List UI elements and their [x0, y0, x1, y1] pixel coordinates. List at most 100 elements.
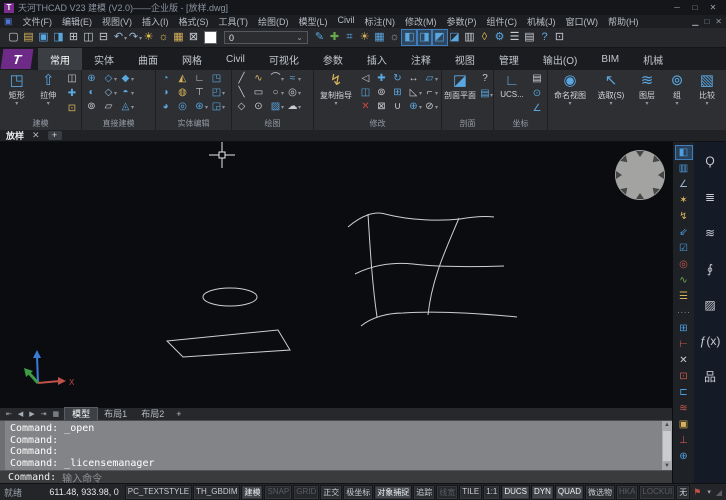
3d-gizmo-icon[interactable]: ✚ — [65, 87, 79, 101]
dim-vertical-icon[interactable]: ⊥ — [676, 434, 692, 447]
status-toggle-TILE[interactable]: TILE — [459, 485, 482, 500]
compare-button[interactable]: ▧ 比较 ▾ — [692, 72, 722, 107]
line-icon[interactable]: ╱ — [234, 72, 249, 85]
status-toggle-线宽[interactable]: 线宽 — [436, 485, 458, 500]
ribbon-tab-视图[interactable]: 视图 — [443, 48, 487, 70]
command-history[interactable]: Command: _openCommand:Command:Command: _… — [0, 420, 672, 470]
revision-cloud-icon[interactable]: ☁▾ — [285, 100, 300, 113]
rectangle-icon[interactable]: ▭ — [251, 86, 266, 99]
select-button[interactable]: ↖ 选取(S) ▾ — [592, 72, 630, 107]
section-object-icon[interactable]: ⊡ — [65, 102, 79, 116]
break-icon[interactable]: ⊘▾ — [422, 100, 437, 113]
ucs-named-icon[interactable]: ▤ — [530, 72, 544, 86]
new-document-tab-button[interactable]: + — [48, 131, 62, 140]
menu-item-插入(I)[interactable]: 插入(I) — [137, 15, 174, 28]
arc-icon[interactable]: ⌒▾ — [268, 72, 283, 85]
clean-solid-icon[interactable]: ◎ — [175, 100, 190, 113]
menu-item-参数(P)[interactable]: 参数(P) — [442, 15, 482, 28]
hatch-plane-icon[interactable]: ▨ — [699, 298, 721, 313]
viewport-panel-icon[interactable]: ◧ — [676, 146, 692, 159]
view-iso-se-icon[interactable]: ◨ — [417, 30, 432, 45]
sheet-list-icon[interactable]: ☰ — [507, 30, 522, 45]
settings-gear-icon[interactable]: ⚙ — [492, 30, 507, 45]
brightness-icon[interactable]: ☼ — [156, 30, 171, 45]
fillet-icon[interactable]: ⌐▾ — [422, 86, 437, 99]
format-painter-icon[interactable]: ✎ — [312, 30, 327, 45]
add-selection-icon[interactable]: ✚ — [327, 30, 342, 45]
drawing-canvas[interactable]: X — [0, 142, 672, 408]
dim-horizontal-icon[interactable]: ⊢ — [676, 338, 692, 351]
view-iso-nw-icon[interactable]: ◪ — [447, 30, 462, 45]
rotate-center-icon[interactable]: ⊕ — [676, 450, 692, 463]
scroll-up-icon[interactable]: ▲ — [664, 421, 670, 430]
view-iso-ne-icon[interactable]: ◩ — [432, 30, 447, 45]
print-secondary-icon[interactable]: ⊡ — [552, 30, 567, 45]
prev-tab-button[interactable]: ◀ — [15, 410, 26, 418]
menu-item-标注(N)[interactable]: 标注(N) — [360, 15, 401, 28]
layers-button[interactable]: ≋ 图层 ▾ — [632, 72, 662, 107]
dim-cross-icon[interactable]: ✕ — [676, 354, 692, 367]
dm-offset-face-icon[interactable]: ◆▾ — [118, 72, 133, 85]
mirror-icon[interactable]: ◁ — [358, 72, 373, 85]
erase-icon[interactable]: ✕ — [358, 100, 373, 113]
light-bulb-icon[interactable]: Ϙ — [699, 154, 721, 169]
layer-freeze-icon[interactable]: ▦ — [372, 30, 387, 45]
status-toggle-SNAP[interactable]: SNAP — [264, 485, 292, 500]
print-icon[interactable]: ⊠ — [186, 30, 201, 45]
dm-rotate-face-icon[interactable]: ◇▾ — [101, 86, 116, 99]
hierarchy-icon[interactable]: 品 — [699, 370, 721, 385]
status-toggle-对象捕捉[interactable]: 对象捕捉 — [374, 485, 412, 500]
status-toggle-1:1[interactable]: 1:1 — [483, 485, 500, 500]
building-section-icon[interactable]: ▥ — [676, 162, 692, 175]
align-icon[interactable]: ⊕▾ — [406, 100, 421, 113]
minimize-button[interactable]: ─ — [668, 3, 686, 12]
view-iso-sw-icon[interactable]: ◧ — [402, 30, 417, 45]
menu-item-窗口(W)[interactable]: 窗口(W) — [561, 15, 604, 28]
check-solid-icon[interactable]: ⊛▾ — [192, 100, 207, 113]
layout-tab-模型[interactable]: 模型 — [65, 408, 97, 420]
status-toggle-正交[interactable]: 正交 — [320, 485, 342, 500]
eraser-icon[interactable]: ◊ — [477, 30, 492, 45]
menu-item-绘图(D)[interactable]: 绘图(D) — [253, 15, 294, 28]
mdi-restore-button[interactable]: □ — [704, 17, 709, 26]
redo-icon[interactable]: ↷▾ — [126, 30, 141, 45]
dm-convert-icon[interactable]: ◬▾ — [118, 100, 133, 113]
menu-item-帮助(H)[interactable]: 帮助(H) — [603, 15, 644, 28]
hatch-icon[interactable]: ▨▾ — [268, 100, 283, 113]
dm-shear-icon[interactable]: ▱ — [101, 100, 116, 113]
status-toggle-DYN[interactable]: DYN — [531, 485, 554, 500]
dm-delete-face-icon[interactable]: ⊚ — [84, 100, 99, 113]
edge-t-icon[interactable]: ⊤ — [192, 86, 207, 99]
cube-array-icon[interactable]: ⊞ — [676, 322, 692, 335]
ribbon-tab-BIM[interactable]: BIM — [589, 48, 631, 70]
imprint-edge-icon[interactable]: ◭ — [175, 72, 190, 85]
menu-item-组件(C)[interactable]: 组件(C) — [482, 15, 523, 28]
menu-item-编辑(E)[interactable]: 编辑(E) — [57, 15, 97, 28]
status-toggle-微选物[interactable]: 微选物 — [585, 485, 615, 500]
dim-bracket-icon[interactable]: ⊏ — [676, 386, 692, 399]
edge-l-icon[interactable]: ∟ — [192, 72, 207, 85]
subtract-icon[interactable]: ◑ — [158, 86, 173, 99]
explode-icon[interactable]: ⊠ — [374, 100, 389, 113]
planar-surface-icon[interactable]: ◫ — [65, 72, 79, 86]
spline-icon[interactable]: ≈▾ — [285, 72, 300, 85]
ribbon-tab-可视化[interactable]: 可视化 — [257, 48, 311, 70]
layer-stack-icon[interactable]: ≋ — [699, 226, 721, 241]
box-button[interactable]: ◳ 矩形 ▾ — [2, 72, 32, 107]
group-button[interactable]: ⊚ 组 ▾ — [664, 72, 690, 107]
status-toggle-建模[interactable]: 建模 — [241, 485, 263, 500]
snap-arrows-icon[interactable]: ⇙ — [676, 226, 692, 239]
point-icon[interactable]: ⊙ — [251, 100, 266, 113]
open-file-icon[interactable]: ▤ — [21, 30, 36, 45]
shell-icon[interactable]: ◰▾ — [209, 86, 224, 99]
status-toggle-LOCKUI[interactable]: LOCKUI — [639, 485, 675, 500]
camera-box-icon[interactable]: ▣ — [676, 418, 692, 431]
polyline-icon[interactable]: ∿ — [251, 72, 266, 85]
copy-icon[interactable]: ◫ — [358, 86, 373, 99]
ribbon-tab-管理[interactable]: 管理 — [487, 48, 531, 70]
status-toggle-TH_GBDIM[interactable]: TH_GBDIM — [193, 485, 240, 500]
tab-list-icon[interactable]: ▦ — [50, 410, 63, 418]
intersect-icon[interactable]: ◕ — [158, 100, 173, 113]
section-target-icon[interactable]: ◎ — [676, 258, 692, 271]
image-reference-icon[interactable]: ▤ — [522, 30, 537, 45]
